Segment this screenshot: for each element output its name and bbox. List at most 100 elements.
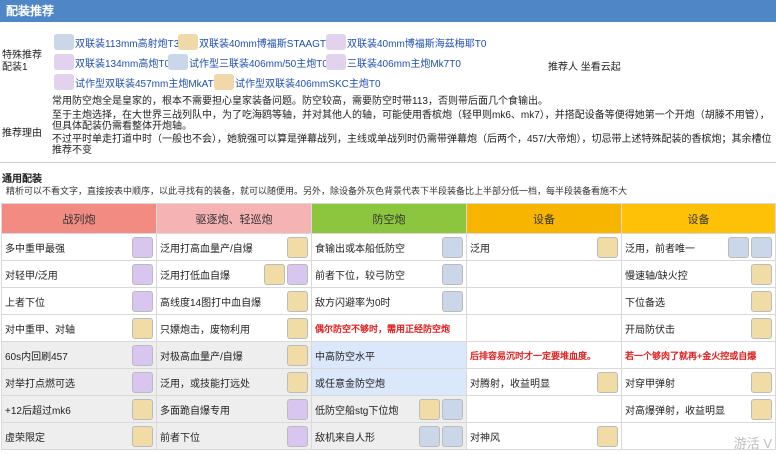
- cell-text: +12后超过mk6: [5, 405, 71, 417]
- cell-text: 敌机来自人形: [315, 432, 375, 444]
- gun-icon: [54, 74, 74, 90]
- gun-icon[interactable]: [287, 290, 308, 312]
- aa-gun-icon[interactable]: [419, 425, 440, 447]
- gun-icon[interactable]: [132, 263, 153, 285]
- equip-item-8[interactable]: 试作型双联装406mmSKC主炮T0: [214, 74, 381, 90]
- equipment-icon[interactable]: [597, 236, 618, 258]
- cell-text: 下位备选: [625, 297, 665, 309]
- cell-text: 慢速轴/缺火控: [625, 270, 688, 282]
- equip-item-3[interactable]: 双联装40mm博福斯海茲梅耶T0: [326, 34, 486, 50]
- special-recommendation: 特殊推荐配装1 双联装113mm高射炮T3 双联装40mm博福斯STAAGT0 …: [0, 22, 776, 162]
- equipment-icon[interactable]: [751, 398, 772, 420]
- cell-text: 对轻甲/泛用: [5, 270, 58, 282]
- header-battleship-gun: 战列炮: [1, 203, 157, 234]
- general-note: 精析可以不看文字，直接按表中顺序，以此寻找有的装备，就可以随便用。另外，除设备外…: [6, 186, 628, 196]
- equip-item-7[interactable]: 试作型双联装457mm主炮MkAT0: [54, 74, 219, 90]
- cell-text: 中高防空水平: [315, 351, 375, 363]
- gun-icon[interactable]: [264, 263, 285, 285]
- equip-item-6[interactable]: 三联装406mm主炮Mk7T0: [326, 54, 461, 70]
- aa-gun-icon[interactable]: [442, 425, 463, 447]
- recommender: 推荐人 坐看云起: [548, 62, 621, 73]
- equipment-icon[interactable]: [751, 263, 772, 285]
- header-equipment-1: 设备: [466, 203, 622, 234]
- cell-text: 对中重甲、对轴: [5, 324, 75, 336]
- aa-gun-icon[interactable]: [442, 398, 463, 420]
- equipment-icon[interactable]: [751, 317, 772, 339]
- gun-icon[interactable]: [132, 344, 153, 366]
- cell-text-note: 若一个够肉了就再+金火控或自爆: [625, 350, 757, 361]
- equip-item-1[interactable]: 双联装113mm高射炮T3: [54, 34, 179, 50]
- reason-line-3: 不过平时单走打道中时（一般也不会），她貌强可以算是弹幕战列，主线或单战列时仍需带…: [52, 134, 772, 156]
- gun-icon[interactable]: [132, 317, 153, 339]
- cell-text: 泛用打高血量产/自爆: [160, 243, 253, 255]
- gun-icon: [168, 54, 188, 70]
- cell-text: 泛用，或技能打远处: [160, 378, 250, 390]
- equip-item-4[interactable]: 双联装134mm高炮T0: [54, 54, 170, 70]
- gun-icon[interactable]: [132, 398, 153, 420]
- reason-line-1: 常用防空炮全是皇家的，根本不需要担心皇家装备问题。防空较高，需要防空时带113，…: [52, 96, 548, 107]
- equip-item-2[interactable]: 双联装40mm博福斯STAAGT0: [178, 34, 332, 50]
- gun-icon: [326, 34, 346, 50]
- gun-icon[interactable]: [287, 317, 308, 339]
- equipment-icon[interactable]: [597, 371, 618, 393]
- equipment-icon[interactable]: [751, 290, 772, 312]
- watermark: 游活 V: [733, 436, 772, 451]
- gun-icon: [326, 54, 346, 70]
- cell-text: 对神风: [470, 432, 500, 444]
- cell-text-note: 后排容易沉时才一定要堆血度。: [470, 350, 597, 361]
- table-row: 多中重甲最强 泛用打高血量产/自爆 食输出或本船低防空 泛用 泛用，前者唯一: [1, 233, 776, 261]
- aa-gun-icon[interactable]: [442, 290, 463, 312]
- table-row: 虚荣限定 前者下位 敌机来自人形 对神风: [1, 422, 776, 450]
- gun-icon[interactable]: [287, 425, 308, 447]
- divider: [0, 162, 776, 163]
- reason-label: 推荐理由: [2, 128, 42, 139]
- table-row: 60s内回刷457 对极高血量产/自爆 中高防空水平 后排容易沉时才一定要堆血度…: [1, 341, 776, 369]
- recommendation-label: 特殊推荐配装1: [2, 50, 42, 73]
- header-equipment-2: 设备: [621, 203, 776, 234]
- cell-text: 只嫖炮击，废物利用: [160, 324, 250, 336]
- cell-text: 对高爆弹射，收益明显: [625, 405, 725, 417]
- header-antiair-gun: 防空炮: [311, 203, 467, 234]
- gun-icon[interactable]: [287, 263, 308, 285]
- table-row: 上者下位 高线度14图打中血自爆 敌方闪避率为0时 下位备选: [1, 287, 776, 315]
- cell-text: 60s内回刷457: [5, 351, 68, 363]
- gun-icon[interactable]: [132, 371, 153, 393]
- cell-text: 高线度14图打中血自爆: [160, 297, 262, 309]
- cell-text: 对举打点燃可选: [5, 378, 75, 390]
- gun-icon[interactable]: [287, 236, 308, 258]
- equipment-icon[interactable]: [751, 371, 772, 393]
- gun-icon[interactable]: [287, 398, 308, 420]
- table-row: 对举打点燃可选 泛用，或技能打远处 或任意金防空炮 对腾射，收益明显 对穿甲弹射: [1, 368, 776, 396]
- cell-text: 低防空船stg下位炮: [315, 405, 399, 417]
- gun-icon[interactable]: [132, 236, 153, 258]
- equip-item-5[interactable]: 试作型三联装406mm/50主炮T0: [168, 54, 328, 70]
- gun-icon[interactable]: [287, 371, 308, 393]
- gun-icon[interactable]: [132, 425, 153, 447]
- equipment-icon[interactable]: [728, 236, 749, 258]
- cell-text: 多面跪自爆专用: [160, 405, 230, 417]
- equipment-icon[interactable]: [751, 236, 772, 258]
- general-equipment-table: 战列炮 驱逐炮、轻巡炮 防空炮 设备 设备 多中重甲最强 泛用打高血量产/自爆 …: [1, 203, 776, 450]
- cell-text: 对腾射，收益明显: [470, 378, 550, 390]
- cell-text: 对极高血量产/自爆: [160, 351, 243, 363]
- table-row: 对轻甲/泛用 泛用打低血自爆 前者下位，较弓防空 慢速轴/缺火控: [1, 260, 776, 288]
- gun-icon: [54, 54, 74, 70]
- gun-icon: [178, 34, 198, 50]
- cell-text: 多中重甲最强: [5, 243, 65, 255]
- general-title: 通用配装: [2, 174, 42, 185]
- cell-text: 或任意金防空炮: [315, 378, 385, 390]
- aa-gun-icon[interactable]: [442, 263, 463, 285]
- cell-text: 食输出或本船低防空: [315, 243, 405, 255]
- cell-text: 虚荣限定: [5, 432, 45, 444]
- gun-icon[interactable]: [287, 344, 308, 366]
- aa-gun-icon[interactable]: [419, 398, 440, 420]
- equipment-icon[interactable]: [597, 425, 618, 447]
- gun-icon[interactable]: [132, 290, 153, 312]
- aa-gun-icon[interactable]: [442, 236, 463, 258]
- cell-text: 对穿甲弹射: [625, 378, 675, 390]
- gun-icon: [54, 34, 74, 50]
- cell-text-note: 偶尔防空不够时，需用正经防空炮: [315, 323, 451, 334]
- reason-line-2: 至于主炮选择，在大世界三战列队中，为了吃海鸥等轴，并对其他人的轴，可能使用香槟炮…: [52, 110, 770, 132]
- cell-text: 前者下位: [160, 432, 200, 444]
- cell-text: 开局防伏击: [625, 324, 675, 336]
